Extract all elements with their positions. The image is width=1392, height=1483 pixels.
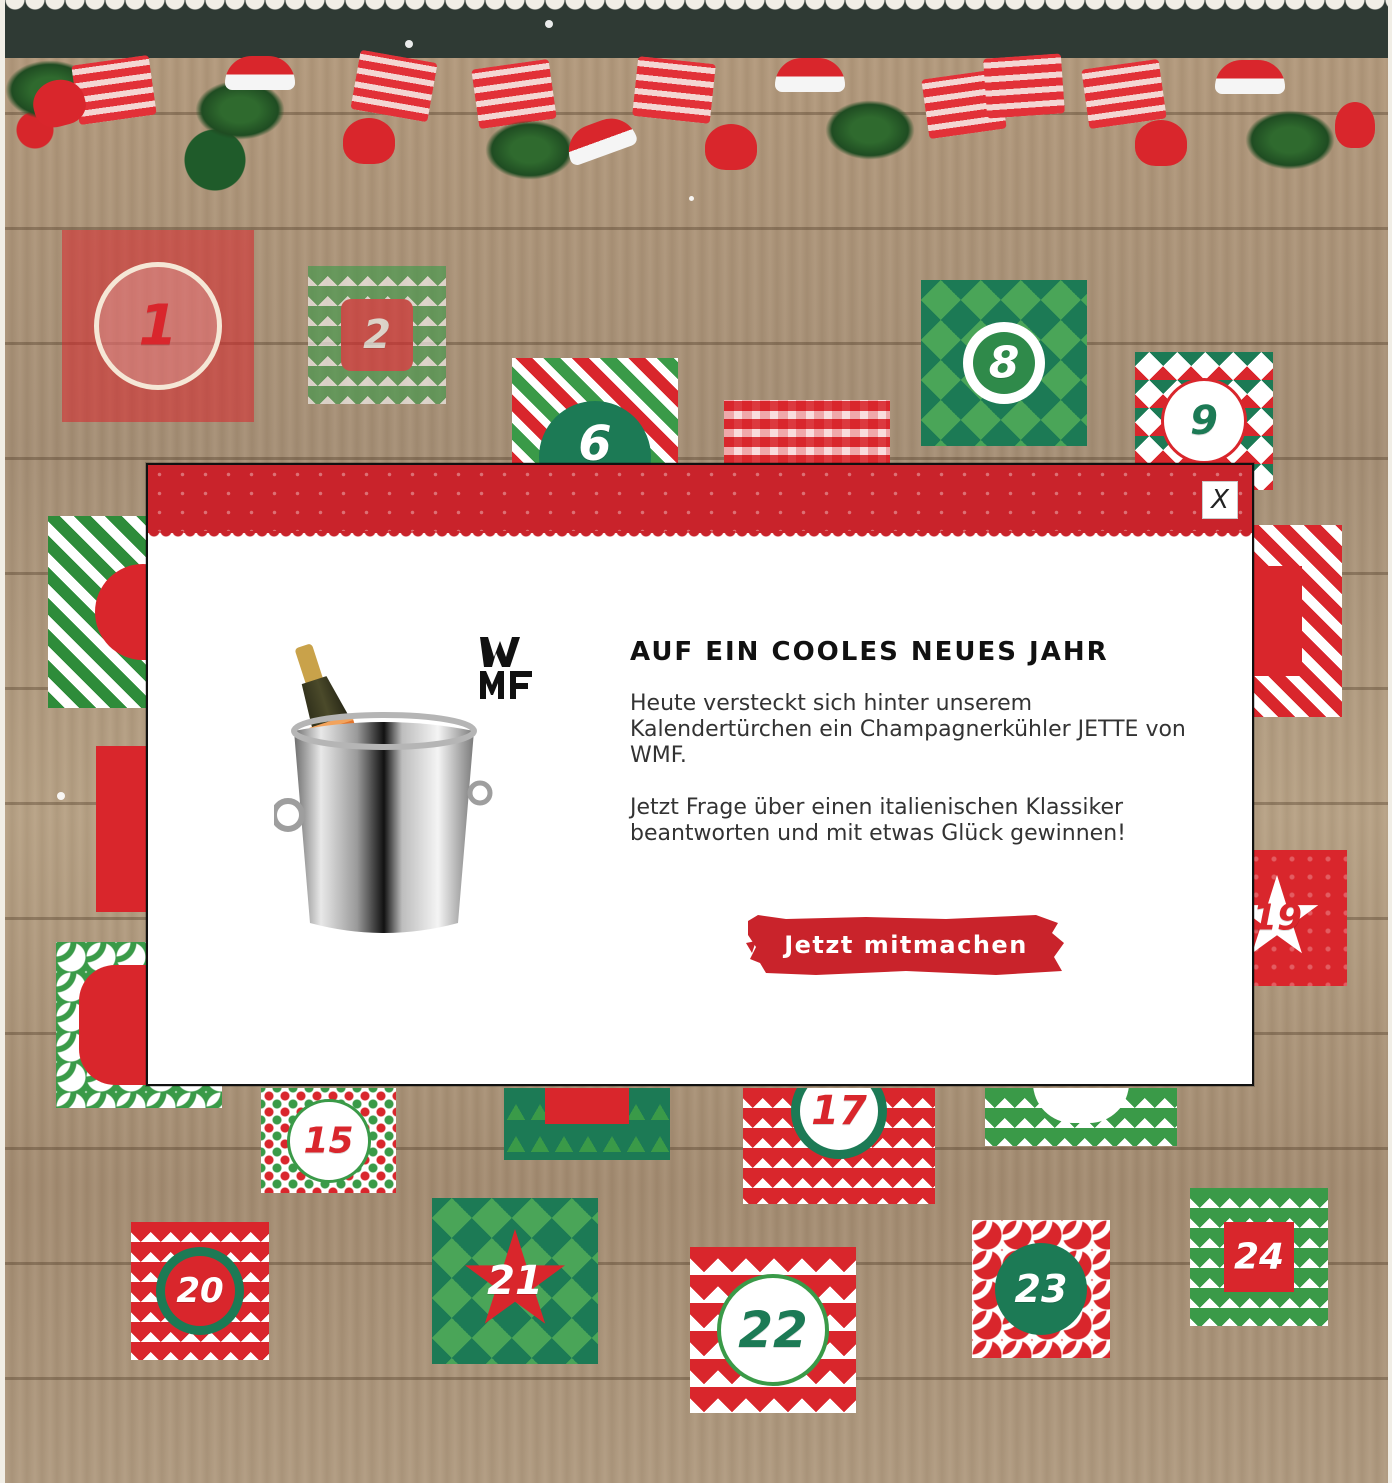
- door-20[interactable]: 20: [131, 1222, 269, 1360]
- door-number: 17: [811, 1088, 867, 1135]
- door-6[interactable]: 6: [512, 358, 678, 468]
- snowflake: [57, 792, 65, 800]
- participate-button-label: Jetzt mitmachen: [784, 931, 1028, 959]
- champagne-cooler-image: [274, 644, 493, 933]
- modal-header: [148, 465, 1252, 539]
- door-number: 8: [988, 337, 1020, 389]
- door-partial-check[interactable]: [724, 400, 890, 465]
- door-number: 22: [738, 1301, 808, 1359]
- door-number: 21: [487, 1258, 543, 1304]
- door-left-red[interactable]: [96, 746, 148, 912]
- advent-calendar-background: 1 2 6 8 9 19 15 17 20 21 22 23 24 X AUF …: [5, 0, 1388, 1483]
- door-right-red[interactable]: [1247, 525, 1342, 717]
- snowflake: [689, 196, 694, 201]
- door-number: 1: [138, 293, 178, 359]
- wmf-logo: [480, 637, 532, 699]
- door-number: 23: [1014, 1267, 1068, 1311]
- door-number: 2: [363, 312, 391, 358]
- door-22[interactable]: 22: [690, 1247, 856, 1413]
- prize-modal: X AUF EIN COOLES NEUES JAHR Heute verste…: [146, 463, 1254, 1086]
- door-19[interactable]: 19: [1247, 850, 1347, 986]
- door-16[interactable]: [504, 1088, 670, 1160]
- modal-call-to-action-text: Jetzt Frage über einen italienischen Kla…: [630, 795, 1126, 846]
- door-number: 20: [176, 1271, 224, 1311]
- modal-title: AUF EIN COOLES NEUES JAHR: [630, 637, 1109, 667]
- door-23[interactable]: 23: [972, 1220, 1110, 1358]
- door-8[interactable]: 8: [921, 280, 1087, 446]
- door-24[interactable]: 24: [1190, 1188, 1328, 1326]
- modal-description: Heute versteckt sich hinter unserem Kale…: [630, 691, 1186, 768]
- door-18[interactable]: [985, 1088, 1177, 1146]
- snowflake: [405, 40, 413, 48]
- door-number: 19: [1251, 897, 1303, 939]
- door-left-green[interactable]: [48, 516, 148, 708]
- door-number: 24: [1233, 1236, 1285, 1278]
- close-button[interactable]: X: [1202, 481, 1238, 519]
- participate-button[interactable]: Jetzt mitmachen: [746, 913, 1066, 977]
- door-number: 15: [303, 1120, 354, 1161]
- door-17[interactable]: 17: [743, 1088, 935, 1204]
- door-number: 9: [1190, 398, 1218, 444]
- door-number: 6: [578, 415, 612, 468]
- door-21[interactable]: 21: [432, 1198, 598, 1364]
- christmas-garland: [5, 49, 1388, 210]
- door-2[interactable]: 2: [308, 266, 446, 404]
- door-15[interactable]: 15: [261, 1088, 396, 1193]
- door-1[interactable]: 1: [62, 230, 254, 422]
- snowflake: [545, 20, 553, 28]
